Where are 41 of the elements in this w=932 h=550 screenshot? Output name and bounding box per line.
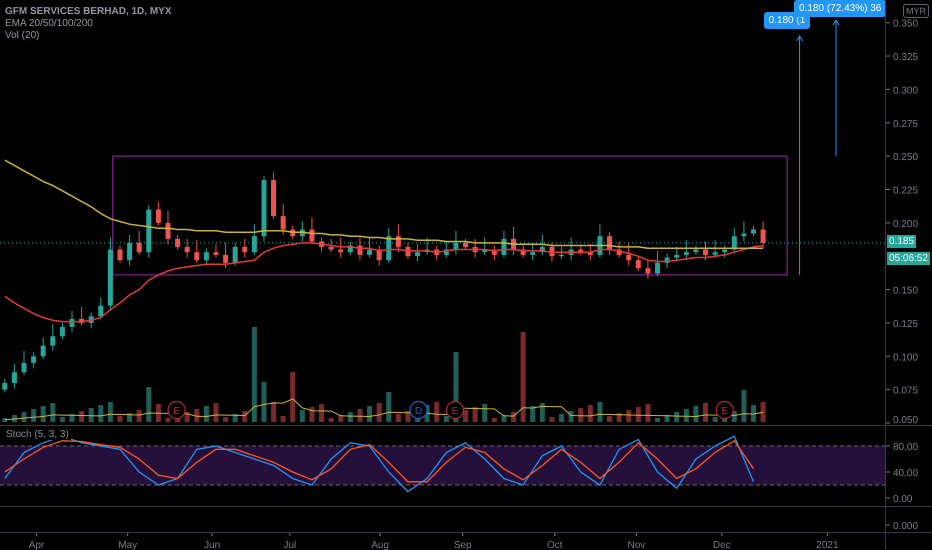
range-rectangle[interactable]	[112, 156, 788, 276]
event-marker[interactable]: E	[168, 400, 186, 420]
time-axis-label: Jun	[204, 540, 220, 550]
time-axis-label: May	[118, 540, 138, 550]
event-marker[interactable]: E	[716, 400, 734, 420]
time-axis-label: Aug	[371, 540, 389, 550]
price-axis-label: 0.275	[893, 118, 918, 130]
price-axis-label: 0.200	[893, 218, 918, 230]
stochastic-title: Stoch (5, 3, 3)	[4, 429, 71, 440]
price-axis-label: 0.350	[893, 18, 918, 30]
stochastic-axis-label: 80.00	[893, 442, 918, 454]
stochastic-axis-label: 0.00	[893, 494, 912, 505]
price-axis-label: 0.225	[893, 185, 918, 196]
event-marker[interactable]: E	[446, 400, 464, 420]
time-axis-label: Sep	[454, 540, 472, 550]
price-axis-label: 0.125	[893, 318, 918, 330]
time-axis-label: 2021	[816, 540, 839, 550]
currency-button[interactable]: MYR	[903, 4, 929, 18]
indicator-label: Vol (20)	[5, 30, 40, 41]
event-marker[interactable]: D	[409, 400, 428, 420]
time-axis-label: Jul	[283, 540, 296, 550]
price-axis-label: 0.300	[893, 85, 918, 96]
arrow[interactable]	[832, 19, 840, 157]
price-axis-label: 0.075	[893, 386, 918, 397]
pane-axis-label: 0.000	[893, 521, 918, 532]
time-axis-label: Apr	[28, 540, 44, 550]
stochastic-axis-label: 40.00	[893, 468, 918, 479]
time-axis-label: Oct	[547, 540, 563, 550]
price-axis-label: 0.250	[893, 152, 918, 164]
symbol-title: GFM SERVICES BERHAD, 1D, MYX	[5, 6, 172, 17]
time-axis-label: Nov	[628, 540, 646, 550]
arrow[interactable]	[796, 35, 804, 276]
time-axis-label: Dec	[712, 540, 731, 550]
price-axis-label: 0.050	[893, 415, 918, 425]
measure-label: 0.180 (72.43%) 36	[794, 0, 886, 17]
indicator-label: EMA 20/50/100/200	[5, 18, 94, 29]
price-axis-label: 0.325	[893, 52, 918, 64]
countdown-label: 05:06:52	[887, 252, 930, 265]
last-price-label: 0.185	[887, 234, 916, 248]
price-axis-label: 0.100	[893, 352, 918, 364]
price-axis-label: 0.150	[893, 286, 918, 297]
